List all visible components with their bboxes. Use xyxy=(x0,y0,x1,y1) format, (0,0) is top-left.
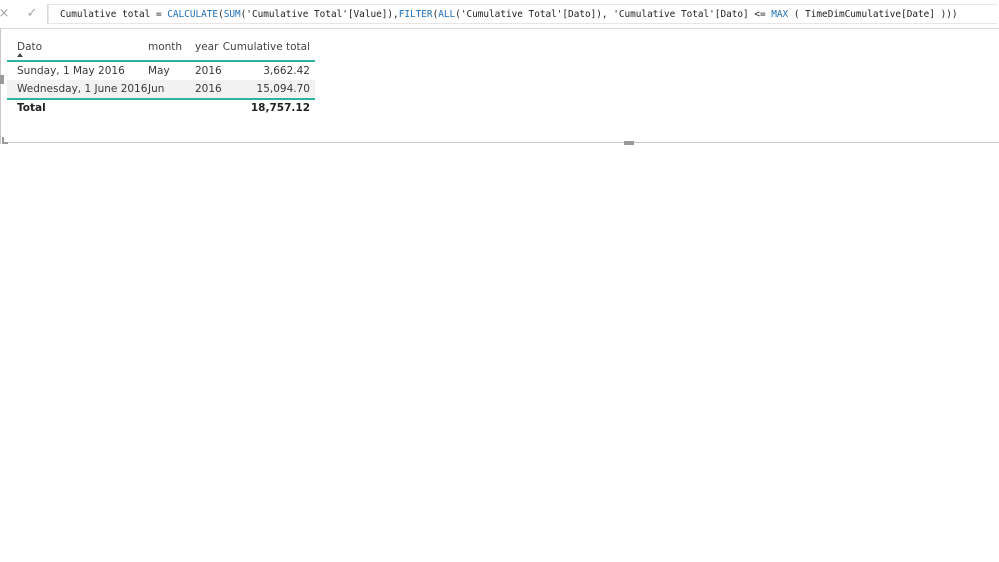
cell-month: May xyxy=(148,65,170,77)
table-header-row: Dato month year Cumulative total xyxy=(7,40,315,62)
resize-handle-bottom[interactable] xyxy=(624,141,634,145)
cell-dato: Sunday, 1 May 2016 xyxy=(17,65,125,77)
visual-left-border xyxy=(0,28,1,144)
cell-cumulative-total: 3,662.42 xyxy=(263,65,310,77)
cell-year: 2016 xyxy=(195,65,222,77)
formula-text-token: ('Cumulative Total'[Value]), xyxy=(240,9,399,20)
resize-handle-left[interactable] xyxy=(0,75,4,84)
cell-month: Jun xyxy=(148,83,165,95)
formula-function-token: ALL xyxy=(438,9,456,20)
table-row[interactable]: Wednesday, 1 June 2016 Jun 2016 15,094.7… xyxy=(7,80,315,100)
formula-function-token: CALCULATE xyxy=(167,9,219,20)
total-label: Total xyxy=(17,102,46,114)
column-header-year[interactable]: year xyxy=(195,40,218,54)
table-total-row: Total 18,757.12 xyxy=(7,100,315,118)
cell-cumulative-total: 15,094.70 xyxy=(256,83,310,95)
column-header-month[interactable]: month xyxy=(148,40,182,54)
formula-text-token: ( TimeDimCumulative[Date] ))) xyxy=(788,9,958,20)
cell-year: 2016 xyxy=(195,83,222,95)
table-row[interactable]: Sunday, 1 May 2016 May 2016 3,662.42 xyxy=(7,62,315,80)
cancel-icon[interactable]: × xyxy=(0,4,14,24)
formula-bar: × ✓ Cumulative total = CALCULATE(SUM('Cu… xyxy=(0,0,999,29)
formula-function-token: FILTER xyxy=(398,9,433,20)
column-header-dato[interactable]: Dato xyxy=(17,40,42,54)
commit-check-icon[interactable]: ✓ xyxy=(22,4,42,24)
sort-ascending-icon[interactable] xyxy=(17,53,23,57)
resize-handle-corner[interactable] xyxy=(2,137,8,144)
total-cumulative-value: 18,757.12 xyxy=(250,102,310,114)
column-header-cumulative-total[interactable]: Cumulative total xyxy=(223,40,310,54)
formula-function-token: SUM xyxy=(223,9,241,20)
visual-bottom-border xyxy=(6,142,999,143)
data-table: Dato month year Cumulative total Sunday,… xyxy=(7,40,315,118)
formula-text-token: ('Cumulative Total'[Dato]), 'Cumulative … xyxy=(455,9,772,20)
formula-input[interactable]: Cumulative total = CALCULATE(SUM('Cumula… xyxy=(48,4,997,24)
formula-function-token: MAX xyxy=(771,9,789,20)
formula-text-token: Cumulative total = xyxy=(60,9,168,20)
cell-dato: Wednesday, 1 June 2016 xyxy=(17,83,148,95)
